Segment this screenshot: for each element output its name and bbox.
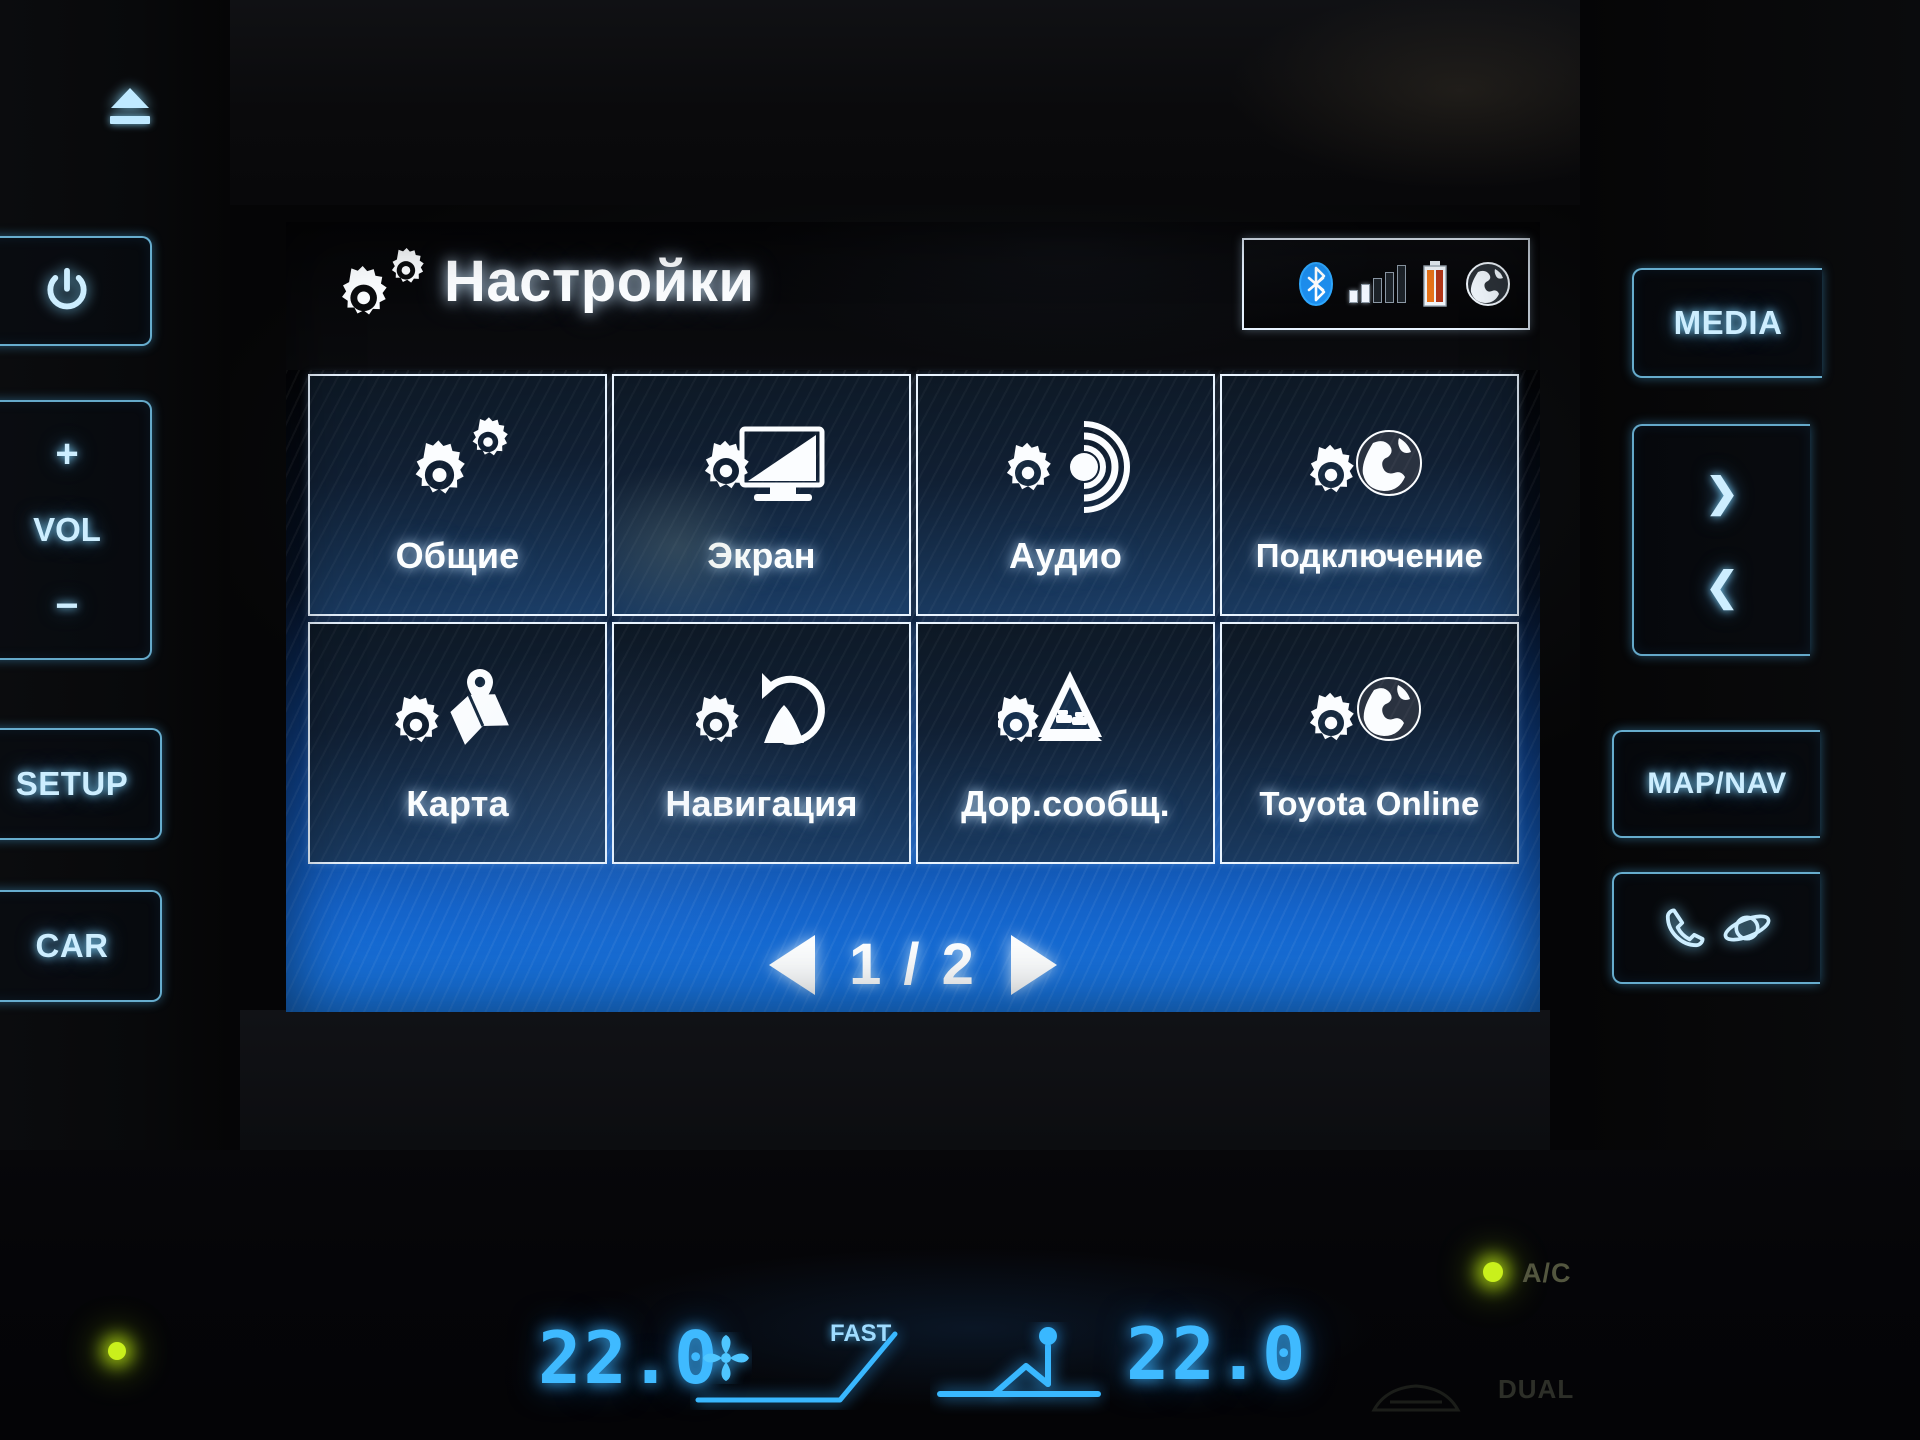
volume-label: VOL xyxy=(33,510,101,548)
map-nav-button-label: MAP/NAV xyxy=(1647,767,1787,800)
battery-icon xyxy=(1423,261,1447,307)
triangle-right-icon[interactable] xyxy=(1010,934,1057,995)
triangle-left-icon[interactable] xyxy=(769,934,816,995)
power-icon xyxy=(47,267,87,310)
gear-speaker-icon xyxy=(1000,413,1132,525)
gear-map-pin-icon xyxy=(392,661,524,773)
power-button[interactable] xyxy=(0,236,152,346)
setup-button[interactable]: SETUP xyxy=(0,728,162,840)
dual-label: DUAL xyxy=(1498,1374,1575,1404)
car-button[interactable]: CAR xyxy=(0,890,162,1002)
tile-label: Общие xyxy=(395,535,520,576)
media-button-label: MEDIA xyxy=(1673,304,1783,341)
screen-header: Настройки xyxy=(286,222,1540,370)
ac-status-led xyxy=(1483,1262,1503,1282)
ac-label: A/C xyxy=(1522,1258,1572,1288)
panel-indicator-led xyxy=(108,1342,126,1360)
volume-rocker[interactable]: + VOL − xyxy=(0,400,152,660)
tile-connection[interactable]: Подключение xyxy=(1220,374,1519,616)
pagination: 1 / 2 xyxy=(286,931,1540,998)
globe-icon xyxy=(1466,262,1510,306)
tile-label: Карта xyxy=(406,783,509,824)
airflow-seat-icon xyxy=(937,1327,1101,1397)
page-indicator: 1 / 2 xyxy=(849,932,977,997)
infotainment-screen[interactable]: Настройки Общие Экран Аудио Подключение … xyxy=(286,222,1540,1012)
gear-globe-icon xyxy=(1305,415,1435,527)
fan-speed-label: FAST xyxy=(830,1320,892,1347)
page-title: Настройки xyxy=(444,249,755,314)
tile-navigation[interactable]: Навигация xyxy=(612,622,911,864)
globe-orbit-icon xyxy=(1723,914,1771,942)
car-button-label: CAR xyxy=(35,927,109,964)
tile-label: Подключение xyxy=(1255,537,1484,574)
tile-general[interactable]: Общие xyxy=(308,374,607,616)
signal-bars-icon xyxy=(1349,265,1406,303)
head-unit-photo: + VOL − SETUP CAR MEDIA ❯ ❮ MAP/NAV Наст… xyxy=(0,0,1920,1440)
map-nav-button[interactable]: MAP/NAV xyxy=(1612,730,1820,838)
phone-apps-button[interactable] xyxy=(1612,872,1820,984)
seek-rocker[interactable]: ❯ ❮ xyxy=(1632,424,1810,656)
screen-bezel-bottom xyxy=(240,1010,1550,1170)
tile-label: Toyota Online xyxy=(1259,785,1480,822)
tile-label: Аудио xyxy=(1008,535,1123,576)
bluetooth-icon xyxy=(1299,262,1333,306)
gear-traffic-warning-icon xyxy=(997,661,1134,773)
seek-prev-label[interactable]: ❮ xyxy=(1705,567,1739,607)
tile-label: Дор.сообщ. xyxy=(961,783,1170,824)
phone-icon xyxy=(1665,908,1705,948)
tile-map[interactable]: Карта xyxy=(308,622,607,864)
status-bar xyxy=(1242,238,1530,330)
gears-icon xyxy=(342,248,424,315)
tile-label: Экран xyxy=(707,535,816,576)
eject-icon[interactable] xyxy=(108,88,152,124)
settings-tiles: Общие Экран Аудио Подключение Карта Нави… xyxy=(308,374,1519,864)
tile-audio[interactable]: Аудио xyxy=(916,374,1215,616)
gear-globe-icon xyxy=(1305,663,1435,775)
tile-toyota-online[interactable]: Toyota Online xyxy=(1220,622,1519,864)
volume-up-label[interactable]: + xyxy=(55,434,78,474)
gears-settings-icon xyxy=(396,413,520,525)
gear-monitor-icon xyxy=(694,413,830,525)
seek-next-label[interactable]: ❯ xyxy=(1705,473,1739,513)
media-button[interactable]: MEDIA xyxy=(1632,268,1822,378)
gear-route-icon xyxy=(695,661,828,773)
tile-label: Навигация xyxy=(665,783,858,824)
passenger-temperature: 22.0 xyxy=(1126,1312,1308,1396)
rear-defrost-icon xyxy=(1371,1384,1461,1412)
settings-grid: Общие Экран Аудио Подключение Карта Нави… xyxy=(286,370,1540,1012)
tile-traffic[interactable]: Дор.сообщ. xyxy=(916,622,1215,864)
volume-down-label[interactable]: − xyxy=(55,586,78,626)
tile-display[interactable]: Экран xyxy=(612,374,911,616)
setup-button-label: SETUP xyxy=(15,765,129,802)
